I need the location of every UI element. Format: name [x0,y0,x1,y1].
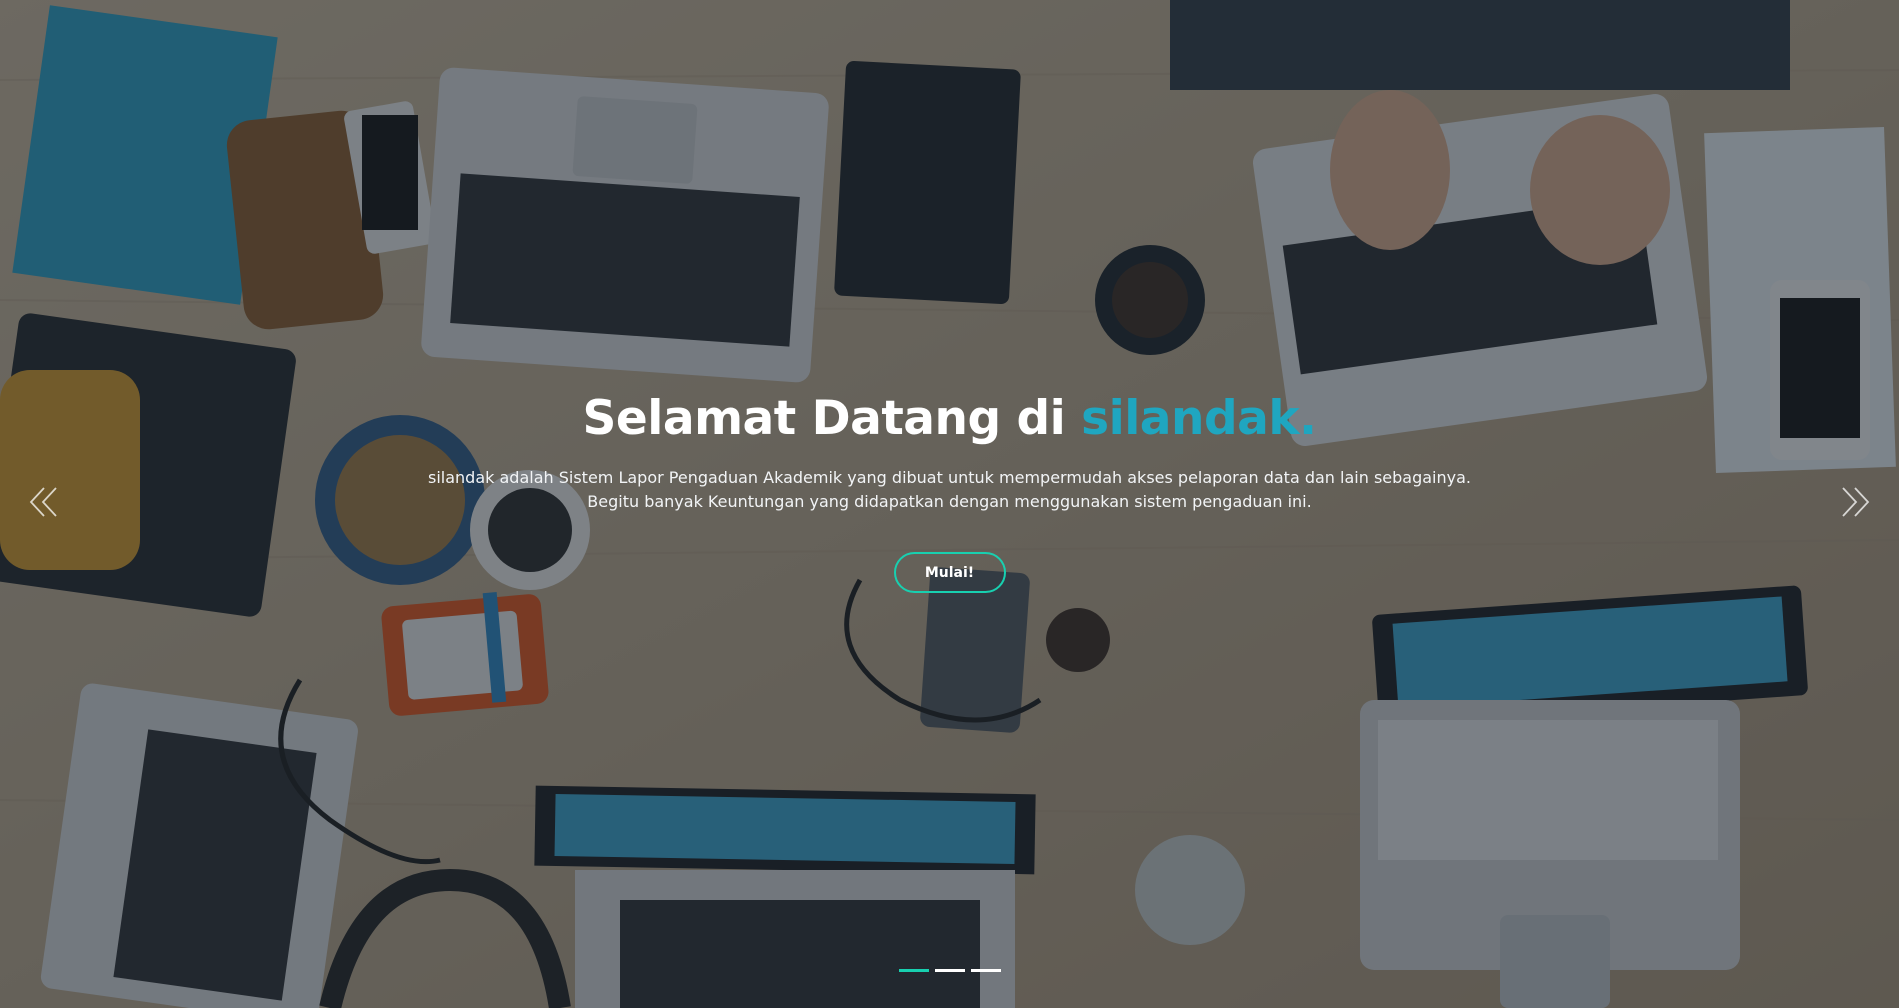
brand-name: silandak. [1081,391,1317,446]
hero-caption: Selamat Datang di silandak. silandak ada… [0,388,1899,593]
description-line-2: Begitu banyak Keuntungan yang didapatkan… [587,492,1312,511]
carousel-indicators [0,969,1899,972]
hero-description: silandak adalah Sistem Lapor Pengaduan A… [0,466,1899,514]
double-chevron-left-icon[interactable] [28,485,62,519]
carousel-indicator-3[interactable] [970,969,1001,972]
description-line-1: silandak adalah Sistem Lapor Pengaduan A… [428,468,1471,487]
double-chevron-right-icon[interactable] [1837,485,1871,519]
carousel-indicator-2[interactable] [934,969,965,972]
headline-main: Selamat Datang di [582,391,1082,446]
carousel-indicator-1[interactable] [898,969,929,972]
start-button[interactable]: Mulai! [893,552,1006,593]
hero-carousel: Selamat Datang di silandak. silandak ada… [0,0,1899,1008]
page-title: Selamat Datang di silandak. [0,388,1899,450]
